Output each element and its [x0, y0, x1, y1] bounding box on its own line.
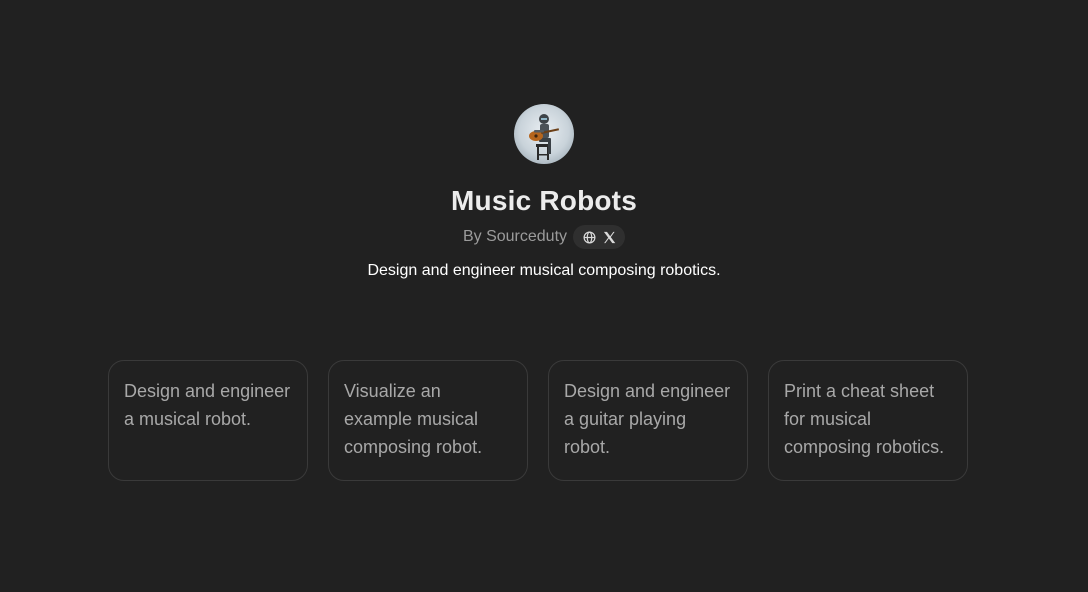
conversation-starters: Design and engineer a musical robot. Vis…: [108, 360, 968, 481]
starter-label: Design and engineer a musical robot.: [124, 381, 291, 429]
starter-label: Visualize an example musical composing r…: [344, 381, 483, 457]
starter-card[interactable]: Design and engineer a musical robot.: [108, 360, 308, 481]
x-logo-icon[interactable]: [602, 230, 616, 244]
gpt-landing: Music Robots By Sourceduty Design and en…: [0, 0, 1088, 592]
gpt-avatar: [514, 104, 574, 164]
starter-card[interactable]: Print a cheat sheet for musical composin…: [768, 360, 968, 481]
starter-card[interactable]: Design and engineer a guitar playing rob…: [548, 360, 748, 481]
starter-card[interactable]: Visualize an example musical composing r…: [328, 360, 528, 481]
gpt-title: Music Robots: [451, 185, 637, 216]
starter-label: Print a cheat sheet for musical composin…: [784, 381, 945, 457]
robot-guitarist-image: [529, 114, 560, 160]
author-byline: By Sourceduty: [462, 224, 626, 250]
gpt-header: Music Robots By Sourceduty Design and en…: [0, 104, 1088, 282]
author-name: By Sourceduty: [462, 228, 568, 245]
gpt-description: Design and engineer musical composing ro…: [367, 262, 721, 279]
globe-icon[interactable]: [582, 230, 596, 244]
starter-label: Design and engineer a guitar playing rob…: [564, 381, 731, 457]
social-links: [573, 225, 626, 249]
